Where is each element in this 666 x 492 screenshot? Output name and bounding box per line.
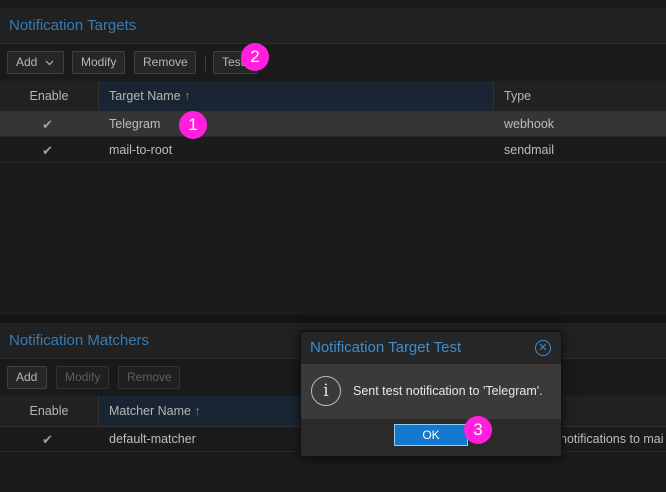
dialog-message: Sent test notification to 'Telegram'. xyxy=(353,384,543,398)
ok-button[interactable]: OK xyxy=(394,424,468,446)
info-icon: i xyxy=(311,376,341,406)
dialog-footer: OK xyxy=(301,419,561,456)
close-icon[interactable]: ✕ xyxy=(535,340,551,356)
step-marker-1: 1 xyxy=(179,111,207,139)
dialog-title: Notification Target Test xyxy=(310,339,462,356)
step-marker-3: 3 xyxy=(464,416,492,444)
notification-test-dialog: Notification Target Test ✕ i Sent test n… xyxy=(300,331,562,457)
step-marker-2: 2 xyxy=(241,43,269,71)
dialog-header: Notification Target Test ✕ xyxy=(301,332,561,364)
dialog-body: i Sent test notification to 'Telegram'. xyxy=(301,364,561,419)
